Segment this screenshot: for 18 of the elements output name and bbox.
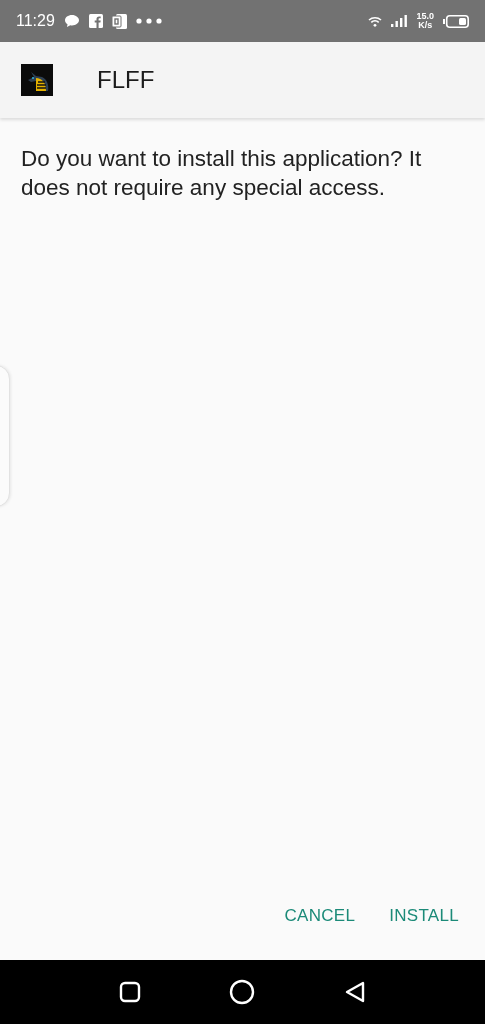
install-message: Do you want to install this application? It does not require any special access.	[21, 145, 423, 202]
back-icon[interactable]	[343, 980, 366, 1004]
document-icon	[111, 13, 127, 29]
wifi-icon	[368, 15, 383, 27]
signal-icon	[391, 15, 408, 27]
battery-icon	[443, 14, 469, 28]
more-icon	[135, 18, 162, 24]
app-name: FLFF	[97, 66, 155, 94]
speed-value: 15.0	[416, 12, 434, 21]
cancel-button[interactable]: CANCEL	[274, 898, 366, 934]
clock-time: 11:29	[16, 12, 55, 30]
chat-icon	[63, 14, 80, 28]
install-button[interactable]: INSTALL	[379, 898, 469, 934]
recents-icon[interactable]	[119, 981, 142, 1003]
facebook-icon	[88, 14, 103, 28]
home-icon[interactable]	[229, 979, 256, 1005]
speed-unit: K/s	[418, 21, 433, 30]
app-icon	[21, 64, 53, 96]
